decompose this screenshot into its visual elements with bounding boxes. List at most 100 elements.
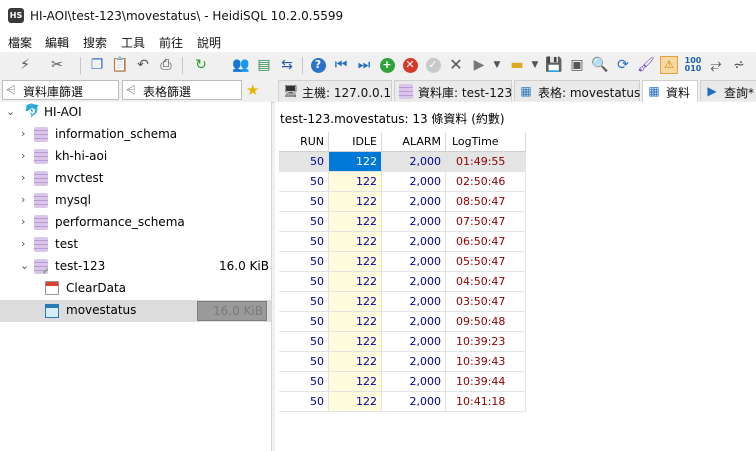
run-icon[interactable]: ▶ (470, 56, 488, 74)
tab-data[interactable]: ▦ 資料 (642, 80, 698, 103)
tree-db-item[interactable]: › mysql (0, 190, 271, 212)
chevron-right-icon[interactable]: › (21, 127, 25, 140)
column-header[interactable]: ALARM (382, 132, 446, 152)
disconnect-icon[interactable]: ✂ (48, 56, 66, 74)
grid-cell[interactable]: 122 (329, 352, 382, 372)
grid-cell[interactable]: 2,000 (382, 312, 446, 332)
grid-cell[interactable]: 08:50:47 (446, 192, 526, 212)
tree-event-item[interactable]: ClearData (0, 278, 271, 300)
find-icon[interactable]: 🔍 (591, 56, 609, 74)
table-row[interactable]: 50 122 2,000 10:39:43 (279, 352, 526, 372)
menu-file[interactable]: 檔案 (8, 34, 32, 51)
column-header[interactable]: RUN (279, 132, 329, 152)
column-header[interactable]: LogTime (446, 132, 526, 152)
grid-cell[interactable]: 50 (279, 192, 329, 212)
tab-query[interactable]: ▶ 查詢* (700, 80, 756, 101)
grid-cell[interactable]: 50 (279, 312, 329, 332)
load-sql-icon[interactable]: ▬ (508, 56, 526, 74)
user-manager-icon[interactable]: 👥 (232, 56, 250, 74)
table-row[interactable]: 50 122 2,000 09:50:48 (279, 312, 526, 332)
tree-root-session[interactable]: ⌄ 🐬 HI-AOI (0, 102, 271, 124)
grid-cell[interactable]: 122 (329, 172, 382, 192)
export-icon[interactable]: ▤ (255, 56, 273, 74)
table-row[interactable]: 50 122 2,000 01:49:55 (279, 152, 526, 172)
chevron-right-icon[interactable]: › (21, 237, 25, 250)
copy-icon[interactable]: ❐ (88, 56, 106, 74)
filter-icon[interactable]: ⩫ (730, 56, 748, 74)
tree-table-item-selected[interactable]: movestatus 16.0 KiB (0, 300, 271, 322)
grid-cell[interactable]: 122 (329, 392, 382, 412)
grid-cell[interactable]: 50 (279, 172, 329, 192)
chevron-down-icon[interactable]: ⌄ (6, 105, 15, 118)
insert-record-icon[interactable]: + (378, 56, 396, 74)
grid-cell[interactable]: 10:39:43 (446, 352, 526, 372)
table-row[interactable]: 50 122 2,000 10:39:44 (279, 372, 526, 392)
grid-cell[interactable]: 2,000 (382, 252, 446, 272)
table-row[interactable]: 50 122 2,000 10:41:18 (279, 392, 526, 412)
table-row[interactable]: 50 122 2,000 06:50:47 (279, 232, 526, 252)
grid-cell[interactable]: 2,000 (382, 232, 446, 252)
grid-cell[interactable]: 50 (279, 252, 329, 272)
tab-table[interactable]: ▦ 表格: movestatus (514, 80, 640, 101)
grid-cell[interactable]: 10:39:23 (446, 332, 526, 352)
table-row[interactable]: 50 122 2,000 07:50:47 (279, 212, 526, 232)
tree-db-item[interactable]: › mvctest (0, 168, 271, 190)
save-sql-icon[interactable]: 💾 (545, 56, 563, 74)
chevron-right-icon[interactable]: › (21, 149, 25, 162)
grid-cell[interactable]: 03:50:47 (446, 292, 526, 312)
grid-cell[interactable]: 2,000 (382, 352, 446, 372)
grid-cell[interactable]: 122 (329, 152, 382, 172)
grid-cell[interactable]: 07:50:47 (446, 212, 526, 232)
wrap-icon[interactable]: ⥂ (707, 56, 725, 74)
favorite-star-icon[interactable]: ★ (246, 81, 259, 99)
grid-cell[interactable]: 50 (279, 272, 329, 292)
format-icon[interactable]: 🖌 (637, 56, 655, 74)
post-icon[interactable]: ✓ (424, 56, 442, 74)
grid-cell[interactable]: 2,000 (382, 292, 446, 312)
grid-cell[interactable]: 122 (329, 372, 382, 392)
last-record-icon[interactable]: ⏭ (355, 56, 373, 74)
menu-tools[interactable]: 工具 (121, 34, 145, 51)
first-record-icon[interactable]: ⏮ (332, 56, 350, 74)
grid-cell[interactable]: 50 (279, 292, 329, 312)
table-row[interactable]: 50 122 2,000 10:39:23 (279, 332, 526, 352)
paste-icon[interactable]: 📋 (111, 56, 129, 74)
grid-cell[interactable]: 2,000 (382, 192, 446, 212)
grid-cell[interactable]: 10:41:18 (446, 392, 526, 412)
grid-cell[interactable]: 122 (329, 312, 382, 332)
connect-icon[interactable]: ⚡ (16, 56, 34, 74)
table-row[interactable]: 50 122 2,000 08:50:47 (279, 192, 526, 212)
menu-help[interactable]: 說明 (197, 34, 221, 51)
table-row[interactable]: 50 122 2,000 05:50:47 (279, 252, 526, 272)
grid-cell[interactable]: 50 (279, 212, 329, 232)
grid-cell[interactable]: 10:39:44 (446, 372, 526, 392)
menu-edit[interactable]: 編輯 (45, 34, 69, 51)
chevron-right-icon[interactable]: › (21, 215, 25, 228)
grid-cell[interactable]: 122 (329, 272, 382, 292)
grid-cell[interactable]: 2,000 (382, 372, 446, 392)
tab-host[interactable]: 🖥 主機: 127.0.0.1 (278, 80, 392, 101)
grid-cell[interactable]: 09:50:48 (446, 312, 526, 332)
grid-cell[interactable]: 122 (329, 192, 382, 212)
table-filter-input[interactable]: ⩤ 表格篩選 (122, 80, 242, 100)
grid-cell[interactable]: 2,000 (382, 332, 446, 352)
grid-cell[interactable]: 50 (279, 332, 329, 352)
grid-cell[interactable]: 02:50:46 (446, 172, 526, 192)
grid-cell[interactable]: 122 (329, 252, 382, 272)
run-dropdown-chevron-icon[interactable]: ▼ (488, 56, 506, 74)
transfer-icon[interactable]: ⇆ (278, 56, 296, 74)
grid-cell[interactable]: 122 (329, 332, 382, 352)
grid-cell[interactable]: 2,000 (382, 272, 446, 292)
tree-db-item-active[interactable]: ⌄ ✓ test-123 16.0 KiB (0, 256, 271, 278)
grid-cell[interactable]: 05:50:47 (446, 252, 526, 272)
grid-cell[interactable]: 06:50:47 (446, 232, 526, 252)
tree-db-item[interactable]: › performance_schema (0, 212, 271, 234)
undo-icon[interactable]: ↶ (134, 56, 152, 74)
replace-icon[interactable]: ⟳ (614, 56, 632, 74)
chevron-down-icon[interactable]: ⌄ (20, 259, 29, 272)
grid-cell[interactable]: 04:50:47 (446, 272, 526, 292)
tree-db-item[interactable]: › test (0, 234, 271, 256)
menu-goto[interactable]: 前往 (159, 34, 183, 51)
tree-db-item[interactable]: › kh-hi-aoi (0, 146, 271, 168)
grid-cell[interactable]: 2,000 (382, 152, 446, 172)
